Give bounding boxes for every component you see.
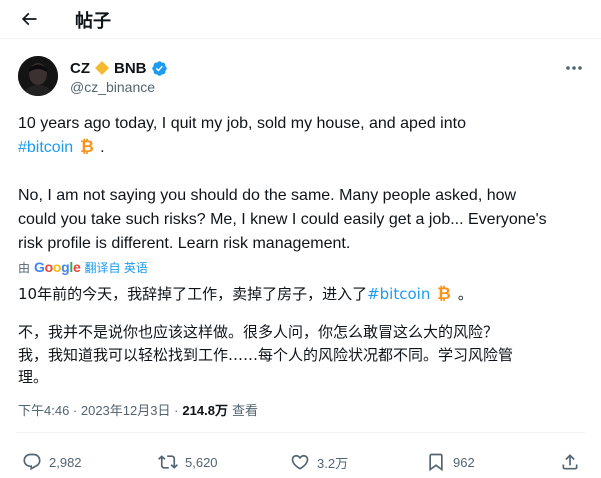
translate-prefix: 由	[18, 260, 31, 275]
bnb-diamond-icon	[95, 61, 109, 75]
google-logo: Google	[34, 259, 81, 275]
repost-count: 5,620	[185, 454, 218, 470]
svg-text:₿: ₿	[80, 137, 94, 155]
page-title: 帖子	[75, 11, 111, 32]
author-line: CZ BNB	[70, 58, 168, 78]
repost-icon	[158, 455, 178, 469]
reply-count: 2,982	[49, 454, 82, 470]
tweet-line-2-tail: .	[100, 139, 105, 156]
google-e: e	[73, 259, 81, 275]
translated-line-1-text: 10年前的今天，我辞掉了工作，卖掉了房子，进入了	[18, 285, 368, 303]
bitcoin-icon: ₿	[437, 284, 451, 302]
tweet-meta: 下午4:46 · 2023年12月3日 · 214.8万 查看	[18, 400, 258, 419]
header-divider	[0, 38, 601, 39]
google-o-1: o	[44, 259, 54, 275]
avatar-photo-icon	[18, 56, 58, 96]
bookmark-count: 962	[453, 454, 475, 470]
translated-line-3: 我，我知道我可以轻松找到工作……每个人的风险状况都不同。学习风险管	[18, 346, 514, 364]
author-name[interactable]: CZ	[70, 60, 90, 77]
tweet-line-5: risk profile is different. Learn risk ma…	[18, 235, 351, 252]
bookmark-icon	[429, 453, 443, 472]
reply-icon	[23, 453, 41, 471]
google-g-1: G	[34, 259, 45, 275]
share-icon	[562, 454, 578, 470]
view-count-label: 查看	[231, 403, 258, 418]
share-button[interactable]	[560, 450, 580, 474]
like-button[interactable]: 3.2万	[290, 450, 348, 474]
bitcoin-icon: ₿	[80, 137, 94, 155]
more-dots-icon	[566, 66, 582, 70]
svg-text:₿: ₿	[437, 284, 451, 302]
author-handle[interactable]: @cz_binance	[70, 79, 155, 95]
author-suffix[interactable]: BNB	[114, 60, 147, 77]
repost-button[interactable]: 5,620	[158, 450, 218, 474]
verified-badge-icon	[151, 60, 167, 76]
avatar[interactable]	[18, 56, 58, 96]
tweet-line-2: #bitcoin ₿ .	[18, 136, 105, 160]
tweet-line-1: 10 years ago today, I quit my job, sold …	[18, 115, 466, 132]
bookmark-button[interactable]: 962	[426, 450, 475, 474]
tweet-line-4: could you take such risks? Me, I knew I …	[18, 211, 547, 228]
like-count: 3.2万	[317, 455, 349, 471]
translate-from-link[interactable]: 翻译自 英语	[85, 259, 148, 276]
tweet-timestamp[interactable]: 下午4:46 · 2023年12月3日 ·	[18, 400, 178, 419]
heart-icon	[291, 454, 309, 470]
tweet-line-3: No, I am not saying you should do the sa…	[18, 187, 517, 204]
translated-line-1: 10年前的今天，我辞掉了工作，卖掉了房子，进入了#bitcoin ₿ 。	[18, 284, 473, 304]
reply-button[interactable]: 2,982	[22, 450, 82, 474]
back-button[interactable]	[16, 6, 42, 32]
hashtag-link[interactable]: #bitcoin	[18, 139, 73, 156]
google-o-2: o	[52, 259, 62, 275]
translation-attribution: 由 Google 翻译自 英语	[18, 258, 148, 276]
translated-line-1-tail: 。	[457, 285, 473, 303]
translated-line-4: 理。	[18, 368, 49, 386]
action-bar: 2,982 5,620 3.2万 962	[0, 450, 601, 474]
more-options-button[interactable]	[562, 60, 586, 76]
translated-line-2: 不，我并不是说你也应该这样做。很多人问，你怎么敢冒这么大的风险？	[18, 323, 499, 341]
meta-divider	[16, 432, 585, 433]
translated-hashtag-link[interactable]: #bitcoin	[367, 285, 430, 303]
arrow-left-icon	[21, 12, 37, 26]
top-bar: 帖子	[0, 0, 601, 38]
view-count: 214.8万	[182, 403, 228, 418]
